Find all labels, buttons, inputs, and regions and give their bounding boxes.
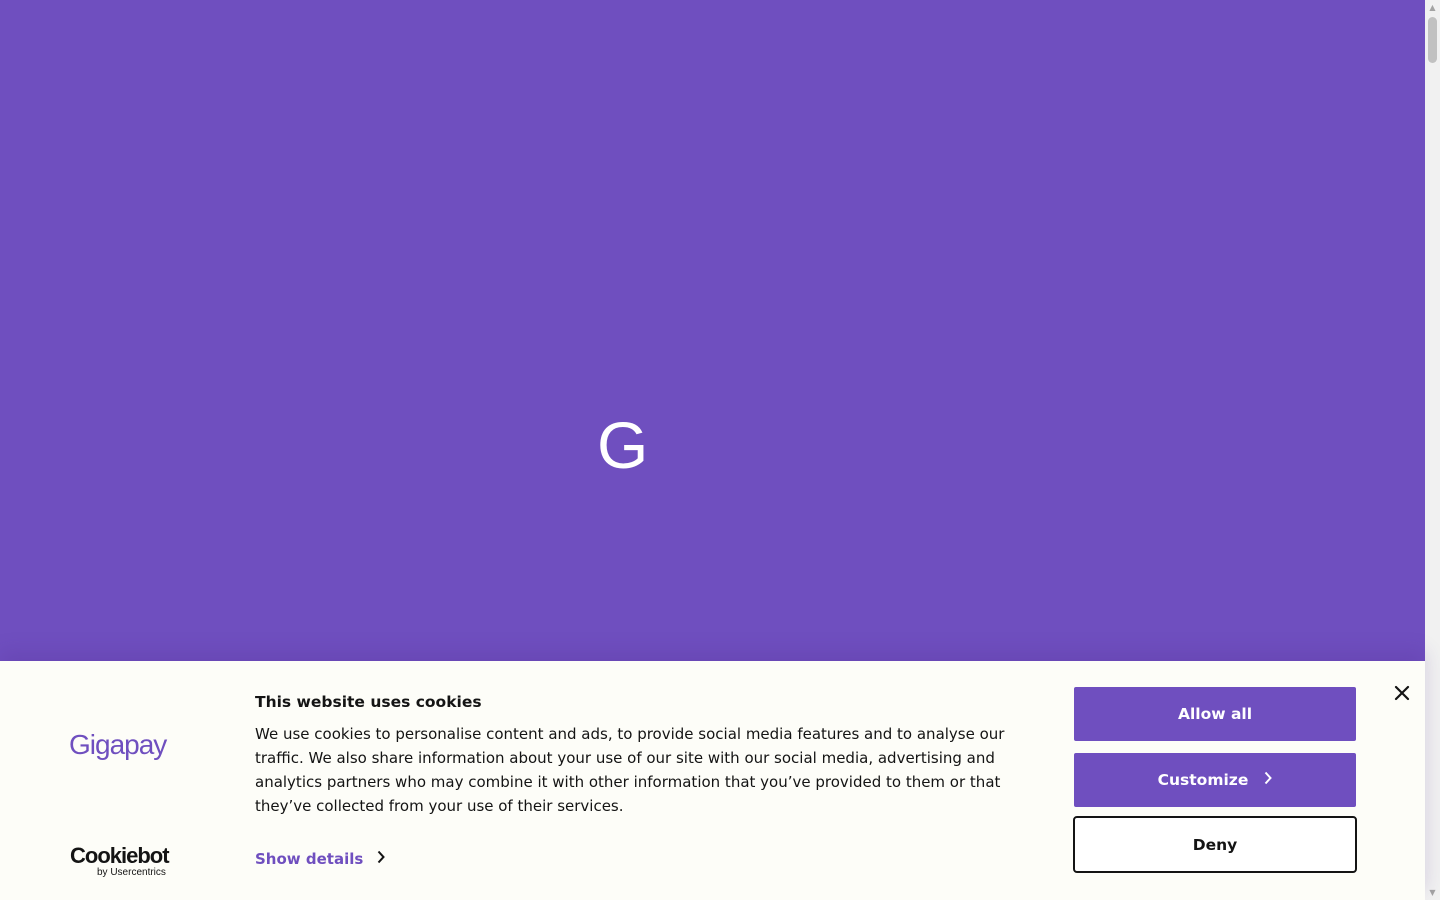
banner-title: This website uses cookies xyxy=(255,693,482,711)
allow-all-label: Allow all xyxy=(1177,705,1253,723)
cookiebot-name: Cookiebot xyxy=(70,843,170,868)
scrollbar-thumb[interactable] xyxy=(1428,17,1437,63)
chevron-right-icon xyxy=(377,850,386,868)
customize-button[interactable]: Customize xyxy=(1074,753,1356,807)
deny-label: Deny xyxy=(1192,835,1238,854)
hero-logo-letter: G xyxy=(597,408,649,482)
allow-all-button[interactable]: Allow all xyxy=(1074,687,1356,741)
scroll-down-arrow-icon[interactable]: ▼ xyxy=(1425,885,1440,900)
cookie-consent-banner: Gigapay Cookiebot by Usercentrics This w… xyxy=(0,661,1425,900)
cookiebot-logo[interactable]: Cookiebot by Usercentrics xyxy=(70,844,180,880)
page-scrollbar[interactable]: ▲ ▼ xyxy=(1425,0,1440,900)
show-details-link[interactable]: Show details xyxy=(255,850,386,868)
brand-logo: Gigapay xyxy=(69,729,167,760)
hero-section: G xyxy=(0,0,1425,661)
close-icon[interactable] xyxy=(1393,684,1411,702)
cookiebot-sub: by Usercentrics xyxy=(97,867,166,878)
chevron-right-icon xyxy=(1264,771,1273,789)
deny-button[interactable]: Deny xyxy=(1073,816,1357,873)
show-details-label: Show details xyxy=(255,850,364,868)
customize-label: Customize xyxy=(1157,771,1249,789)
scroll-up-arrow-icon[interactable]: ▲ xyxy=(1425,0,1440,15)
banner-description: We use cookies to personalise content an… xyxy=(255,725,1005,815)
